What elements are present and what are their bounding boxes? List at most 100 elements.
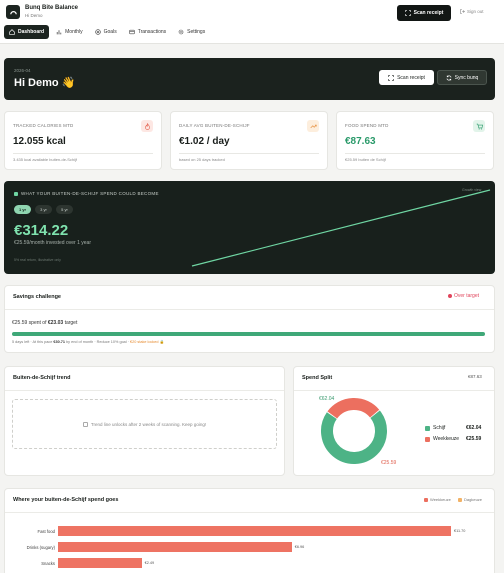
top-bar: Bunq Bite Balance Hi Demo Scan receipt S… bbox=[0, 0, 504, 44]
legend-item-schijf: Schijf bbox=[425, 425, 445, 431]
stat-label: Daily avg buiten-de-Schijf bbox=[179, 123, 250, 128]
category-value: €2.49 bbox=[144, 561, 155, 565]
category-value: €6.96 bbox=[294, 545, 305, 549]
stat-subtext: based on 25 days tracked bbox=[179, 157, 225, 162]
over-target-badge: Over target bbox=[448, 293, 479, 299]
scan-icon bbox=[404, 10, 411, 16]
hero-banner: 2026-04 Hi Demo 👋 Scan receipt Sync bunq bbox=[4, 58, 495, 100]
period-chip-1yr[interactable]: 1 yr bbox=[14, 205, 31, 214]
category-label: Drinks (sugary) bbox=[26, 545, 55, 550]
stat-value: 12.055 kcal bbox=[13, 136, 66, 147]
period-chip-3yr[interactable]: 3 yr bbox=[35, 205, 52, 214]
savings-progress-text: €25.59 spent of €23.03 target bbox=[12, 320, 77, 326]
savings-target-suffix: target bbox=[64, 320, 78, 326]
savings-pace-value: €30.71 bbox=[53, 340, 65, 344]
stat-card-daily-avg: Daily avg buiten-de-Schijf €1.02 / day b… bbox=[170, 111, 328, 170]
projection-disclaimer: 5% real return, illustrative only bbox=[14, 258, 61, 262]
over-target-label: Over target bbox=[454, 293, 480, 299]
spend-split-total: €87.63 bbox=[468, 374, 482, 379]
tab-dashboard[interactable]: Dashboard bbox=[4, 25, 50, 39]
home-icon bbox=[9, 29, 15, 35]
legend-value-schijf: €62.04 bbox=[466, 425, 482, 431]
stat-card-calories: Tracked calories MTD 12.055 kcal 3.435 k… bbox=[4, 111, 162, 170]
stat-label: Food spend MTD bbox=[345, 123, 389, 128]
savings-progress-fill bbox=[12, 332, 485, 336]
hero-scan-receipt-label: Scan receipt bbox=[397, 74, 425, 81]
stat-value: €1.02 / day bbox=[179, 136, 230, 147]
target-icon bbox=[94, 29, 101, 35]
card-icon bbox=[129, 29, 135, 35]
trend-empty-state: Trend line unlocks after 2 weeks of scan… bbox=[12, 399, 277, 449]
legend-swatch bbox=[425, 425, 430, 431]
tab-transactions[interactable]: Transactions bbox=[124, 25, 171, 39]
bar-chart-icon bbox=[56, 30, 62, 35]
donut-slice-weekkeuze bbox=[327, 398, 380, 419]
sparkle-icon bbox=[14, 191, 18, 196]
legend-label: Weekkeuze bbox=[433, 436, 460, 442]
legend-label: Schijf bbox=[433, 425, 446, 431]
divider bbox=[5, 512, 494, 513]
tab-goals-label: Goals bbox=[103, 29, 117, 35]
category-label: Snacks bbox=[41, 561, 55, 566]
period-chip-5yr[interactable]: 5 yr bbox=[56, 205, 73, 214]
legend-swatch bbox=[458, 497, 462, 502]
legend-value-weekkeuze: €25.59 bbox=[466, 436, 482, 442]
stat-subtext: 3.435 kcal available buiten-de-Schijf bbox=[13, 157, 78, 162]
divider bbox=[345, 153, 485, 154]
savings-spent-text: €25.59 spent of bbox=[12, 320, 47, 326]
categories-legend-weekkeuze: Weekkeuze bbox=[424, 497, 451, 502]
tab-dashboard-label: Dashboard bbox=[18, 29, 45, 35]
scan-receipt-label: Scan receipt bbox=[413, 10, 444, 16]
legend-label: Weekkeuze bbox=[430, 497, 451, 502]
donut-label-schijf: €62.04 bbox=[319, 396, 335, 402]
app-logo-icon bbox=[6, 5, 20, 19]
category-label: Fast food bbox=[37, 529, 55, 534]
nav-divider bbox=[0, 43, 504, 44]
projection-title-text: WHAT YOUR BUITEN-DE-SCHIJF SPEND COULD B… bbox=[21, 191, 159, 196]
savings-note-b: by end of month · Reduce 10% goal · bbox=[66, 340, 129, 344]
category-bar bbox=[58, 542, 292, 552]
period-label: 2026-04 bbox=[14, 68, 31, 73]
tab-monthly-label: Monthly bbox=[65, 29, 83, 35]
projection-tag: Growth view bbox=[462, 188, 482, 192]
sign-out-link[interactable]: Sign out bbox=[460, 9, 484, 14]
trend-title: Buiten-de-Schijf trend bbox=[13, 375, 71, 381]
savings-target-value: €23.03 bbox=[47, 320, 64, 326]
donut-slice-schijf bbox=[321, 410, 387, 464]
alert-dot-icon bbox=[448, 294, 452, 298]
divider bbox=[5, 390, 284, 391]
tab-settings-label: Settings bbox=[187, 29, 206, 35]
tab-monthly[interactable]: Monthly bbox=[51, 25, 88, 39]
savings-note-a: 5 days left · At this pace bbox=[12, 340, 53, 344]
tab-transactions-label: Transactions bbox=[137, 29, 167, 35]
stat-card-food-spend: Food spend MTD €87.63 €25.59 buiten de S… bbox=[336, 111, 494, 170]
scan-icon bbox=[388, 74, 394, 81]
spend-split-donut: €62.04 €25.59 bbox=[319, 396, 397, 466]
scan-receipt-button[interactable]: Scan receipt bbox=[397, 5, 451, 21]
tab-settings[interactable]: Settings bbox=[173, 25, 210, 39]
gear-icon bbox=[178, 29, 184, 35]
app-title: Bunq Bite Balance bbox=[25, 5, 79, 11]
divider bbox=[179, 153, 319, 154]
sign-out-icon bbox=[460, 9, 465, 14]
projection-value: €314.22 bbox=[14, 222, 69, 239]
stat-value: €87.63 bbox=[345, 136, 376, 147]
tab-goals[interactable]: Goals bbox=[90, 25, 122, 39]
donut-label-weekkeuze: €25.59 bbox=[381, 460, 397, 466]
sign-out-label: Sign out bbox=[467, 9, 484, 14]
stake-locked-label: €20 stake locked 🔒 bbox=[130, 340, 165, 344]
sync-bunq-button[interactable]: Sync bunq bbox=[437, 70, 487, 85]
savings-note: 5 days left · At this pace €30.71 by end… bbox=[12, 339, 164, 344]
projection-subtext: €25.59/month invested over 1 year bbox=[14, 240, 91, 246]
app-subtitle: Hi Demo bbox=[25, 13, 43, 18]
hero-scan-receipt-button[interactable]: Scan receipt bbox=[379, 70, 434, 85]
category-value: €11.70 bbox=[454, 529, 466, 533]
trend-icon bbox=[307, 120, 319, 132]
refresh-icon bbox=[446, 74, 452, 81]
chart-placeholder-icon bbox=[82, 421, 88, 427]
legend-item-weekkeuze: Weekkeuze bbox=[425, 436, 459, 442]
categories-legend-dagkeuze: Dagkeuze bbox=[458, 497, 482, 502]
trend-empty-text: Trend line unlocks after 2 weeks of scan… bbox=[90, 421, 207, 427]
flame-icon bbox=[141, 120, 153, 132]
stat-subtext: €25.59 buiten de Schijf bbox=[345, 157, 386, 162]
